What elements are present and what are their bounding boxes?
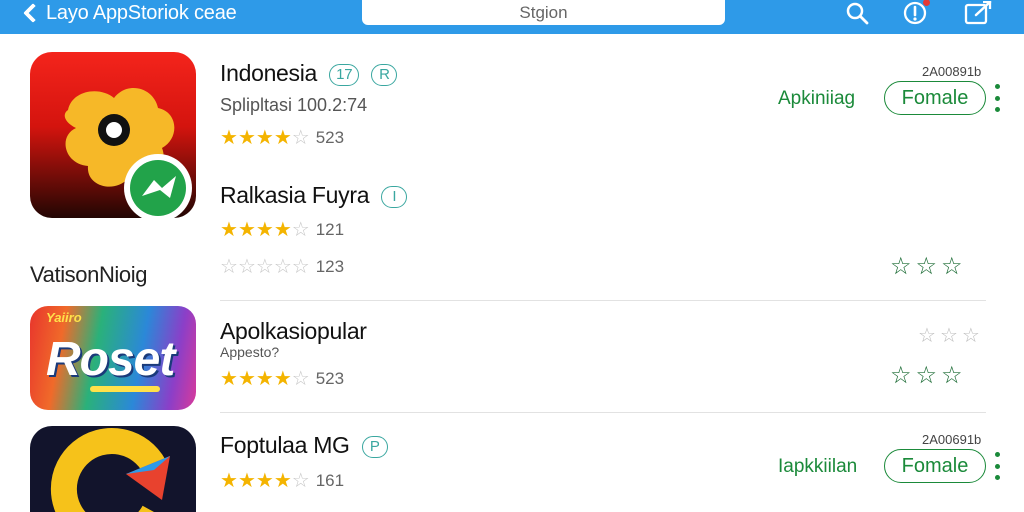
- app-subtitle: Appesto?: [220, 344, 280, 360]
- star-outline-icon: ☆: [890, 253, 912, 280]
- star-full-icon: ★: [220, 219, 238, 241]
- star-empty-icon: ☆: [255, 256, 274, 278]
- star-empty-icon: ☆: [291, 256, 310, 278]
- star-empty-icon: ☆: [291, 368, 310, 390]
- roset-app-icon[interactable]: Yaiiro Roset: [30, 306, 196, 410]
- app-title-text: Foptulaa MG: [220, 432, 350, 458]
- star-outline-icon: ☆: [961, 325, 980, 347]
- star-full-icon: ★: [237, 219, 256, 241]
- rating: ☆ ☆ ☆ ☆ ☆ 123: [220, 257, 344, 277]
- app-title[interactable]: Apolkasiopular: [220, 318, 367, 345]
- app-title-text: Indonesia: [220, 60, 318, 86]
- install-button[interactable]: Fomale: [884, 449, 986, 483]
- search-icon[interactable]: [842, 0, 872, 26]
- icon-decoration: [90, 386, 160, 392]
- section-label: VatisonNioig: [30, 262, 148, 287]
- app-icon-text: Roset: [46, 333, 175, 386]
- c-logo-app-icon[interactable]: [30, 426, 196, 512]
- app-icon-small-text: Yaiiro: [46, 310, 82, 325]
- app-title[interactable]: Foptulaa MG P: [220, 432, 388, 459]
- age-tag: 17: [329, 63, 360, 86]
- category-tag: P: [361, 435, 388, 458]
- star-full-icon: ★: [237, 127, 256, 149]
- star-full-icon: ★: [220, 470, 238, 492]
- version-label: 2A00691b: [922, 432, 982, 447]
- search-field[interactable]: [362, 0, 725, 25]
- chevron-left-icon: [23, 3, 43, 23]
- rating-count: 121: [315, 220, 345, 239]
- star-full-icon: ★: [273, 470, 292, 492]
- star-full-icon: ★: [237, 368, 256, 390]
- star-outline-icon: ☆: [915, 253, 938, 280]
- install-button[interactable]: Fomale: [884, 81, 986, 115]
- edit-icon[interactable]: [962, 0, 994, 26]
- rating-stars-right: ☆ ☆ ☆: [890, 255, 963, 279]
- rating-stars-right: ☆ ☆ ☆: [890, 364, 963, 388]
- app-title[interactable]: Indonesia 17 R: [220, 60, 398, 87]
- star-full-icon: ★: [273, 219, 292, 241]
- rating-stars-gray: ☆ ☆ ☆: [918, 324, 980, 348]
- status-label: Iapkkiilan: [778, 456, 858, 477]
- star-full-icon: ★: [255, 368, 274, 390]
- search-input[interactable]: [362, 0, 725, 25]
- puzzle-app-icon[interactable]: [30, 52, 196, 218]
- star-empty-icon: ☆: [291, 127, 310, 149]
- rating-count: 523: [315, 128, 345, 147]
- info-icon[interactable]: [900, 0, 930, 26]
- rating: ★ ★ ★ ★ ☆ 121: [220, 220, 344, 240]
- rating: ★ ★ ★ ★ ☆ 523: [220, 369, 344, 389]
- notification-dot: [923, 0, 930, 6]
- more-options-icon[interactable]: [993, 84, 1001, 112]
- star-empty-icon: ☆: [291, 219, 310, 241]
- age-tag: I: [381, 185, 408, 208]
- star-full-icon: ★: [255, 127, 274, 149]
- star-outline-icon: ☆: [941, 253, 963, 280]
- star-full-icon: ★: [255, 219, 274, 241]
- star-full-icon: ★: [273, 127, 292, 149]
- rating-count: 161: [315, 471, 345, 490]
- app-title[interactable]: Ralkasia Fuyra I: [220, 182, 408, 209]
- star-empty-icon: ☆: [291, 470, 310, 492]
- star-full-icon: ★: [273, 368, 292, 390]
- divider: [220, 412, 986, 413]
- divider: [220, 300, 986, 301]
- star-full-icon: ★: [255, 470, 274, 492]
- category-tag: R: [371, 63, 398, 86]
- star-full-icon: ★: [220, 368, 238, 390]
- top-bar: Layo AppStoriok ceae: [0, 0, 1024, 34]
- star-full-icon: ★: [220, 127, 238, 149]
- rating: ★ ★ ★ ★ ☆ 161: [220, 471, 344, 491]
- rating: ★ ★ ★ ★ ☆ 523: [220, 128, 344, 148]
- app-subtitle: Splipltasi 100.2:74: [220, 95, 368, 115]
- rating-count: 123: [315, 257, 345, 276]
- back-label: Layo AppStoriok ceae: [46, 1, 237, 24]
- rating-count: 523: [315, 369, 345, 388]
- app-title-text: Ralkasia Fuyra: [220, 182, 370, 208]
- star-empty-icon: ☆: [237, 256, 256, 278]
- star-outline-icon: ☆: [939, 325, 958, 347]
- more-options-icon[interactable]: [993, 452, 1001, 480]
- star-empty-icon: ☆: [273, 256, 292, 278]
- star-outline-icon: ☆: [915, 362, 938, 389]
- status-label: Apkiniiag: [778, 88, 856, 109]
- star-full-icon: ★: [237, 470, 256, 492]
- star-outline-icon: ☆: [890, 362, 912, 389]
- star-empty-icon: ☆: [220, 256, 238, 278]
- back-button[interactable]: Layo AppStoriok ceae: [20, 0, 237, 26]
- star-outline-icon: ☆: [918, 325, 936, 347]
- star-outline-icon: ☆: [941, 362, 963, 389]
- version-label: 2A00891b: [922, 64, 982, 79]
